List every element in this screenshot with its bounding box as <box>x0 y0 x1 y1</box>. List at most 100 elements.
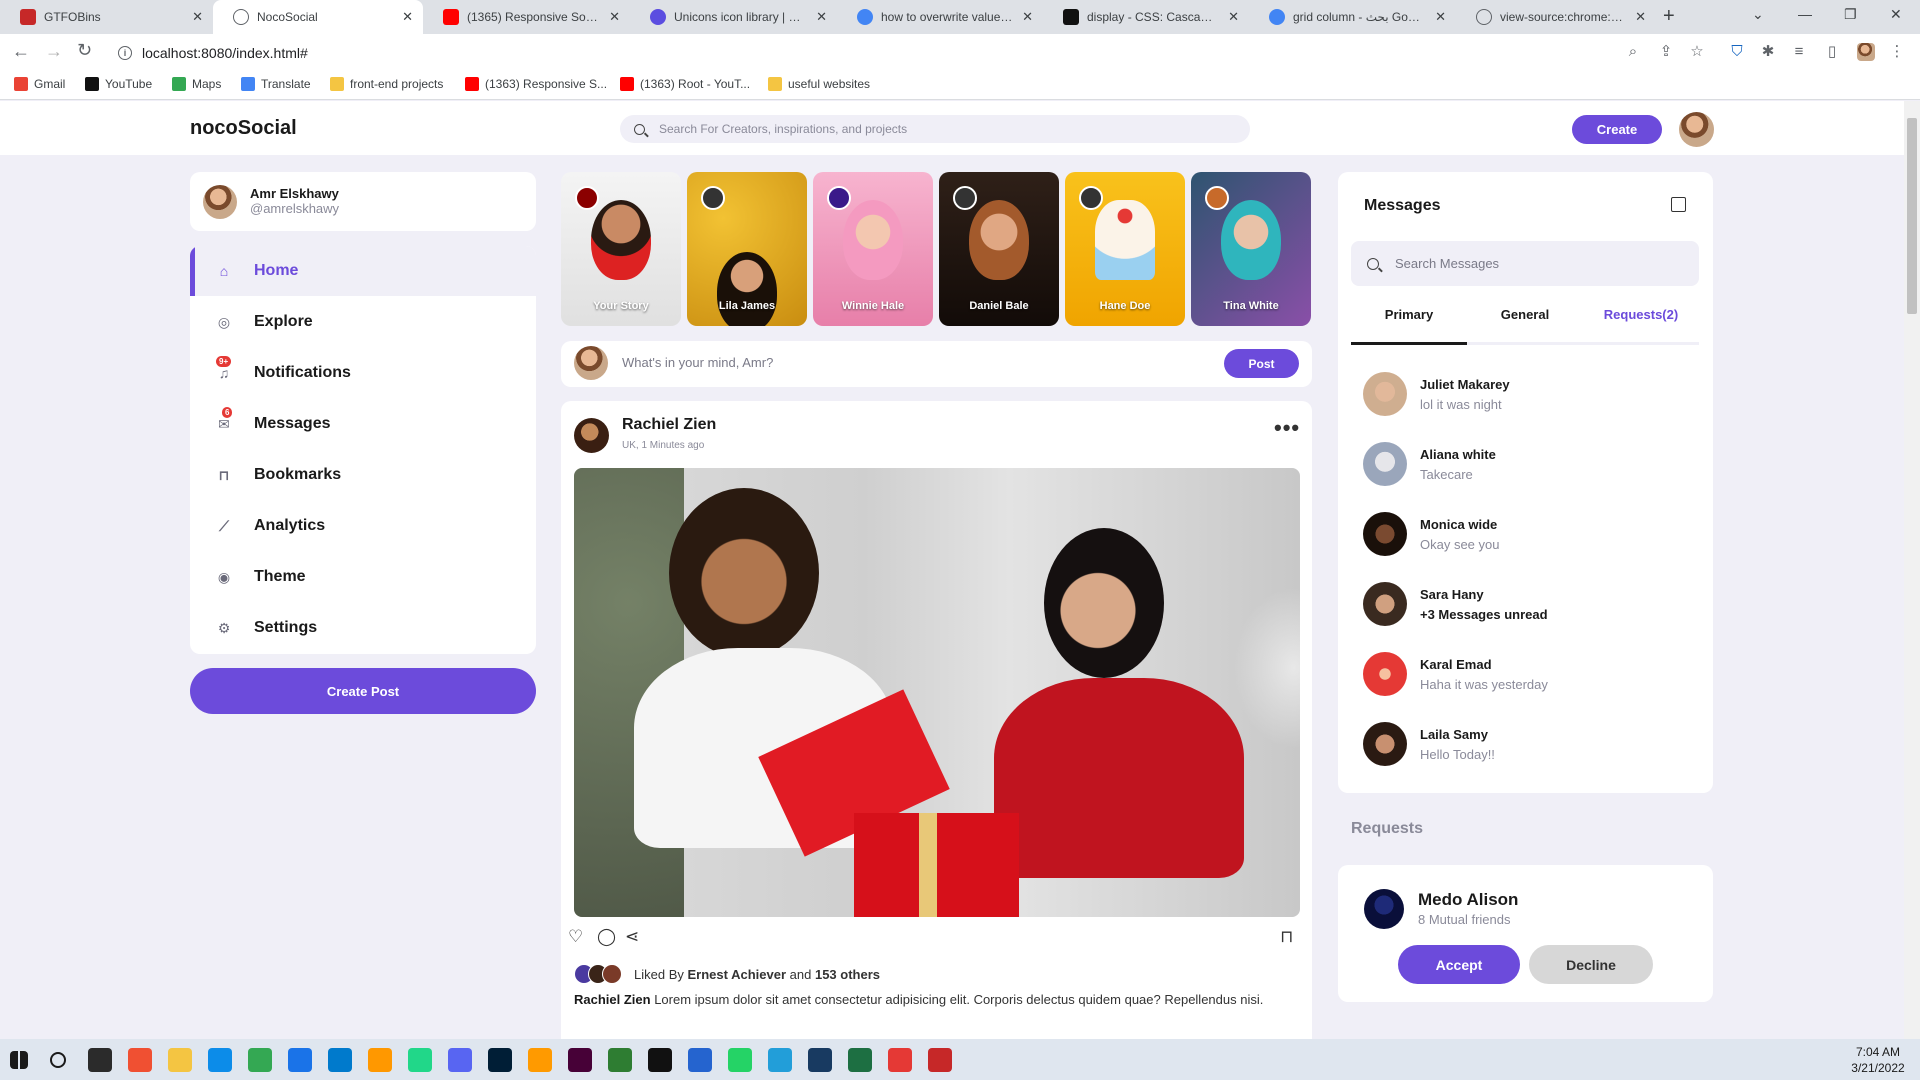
browser-tab[interactable]: display - CSS: Cascading St ✕ <box>1043 0 1249 34</box>
profile-avatar-icon[interactable] <box>1857 43 1875 61</box>
browser-tab[interactable]: view-source:chrome://new ✕ <box>1456 0 1656 34</box>
story-card[interactable]: Daniel Bale <box>939 172 1059 326</box>
message-item[interactable]: Sara Hany +3 Messages unread <box>1351 582 1691 638</box>
request-name[interactable]: Medo Alison <box>1418 890 1518 910</box>
windows-start-icon[interactable] <box>10 1051 28 1069</box>
extensions-puzzle-icon[interactable]: ✱ <box>1759 43 1777 61</box>
message-item[interactable]: Aliana white Takecare <box>1351 442 1691 498</box>
tab-primary[interactable]: Primary <box>1351 307 1467 322</box>
virtualbox-icon[interactable] <box>808 1048 832 1072</box>
share-icon[interactable]: ⋖ <box>625 927 639 947</box>
telegram-icon[interactable] <box>768 1048 792 1072</box>
notion-icon[interactable] <box>648 1048 672 1072</box>
like-heart-icon[interactable]: ♡ <box>568 927 583 947</box>
story-card[interactable]: Hane Doe <box>1065 172 1185 326</box>
chrome-icon[interactable] <box>248 1048 272 1072</box>
message-item[interactable]: Monica wide Okay see you <box>1351 512 1691 568</box>
bookmark-gmail[interactable]: Gmail <box>14 77 65 91</box>
liked-by-name[interactable]: Ernest Achiever <box>688 967 787 982</box>
zoom-icon[interactable]: ⌕ <box>1624 43 1642 61</box>
sidebar-item-notifications[interactable]: ♫ 9+ Notifications <box>190 348 536 398</box>
whatsapp-icon[interactable] <box>728 1048 752 1072</box>
app-grid-icon[interactable] <box>928 1048 952 1072</box>
browser-tab-active[interactable]: NocoSocial ✕ <box>213 0 423 34</box>
address-bar[interactable]: i localhost:8080/index.html# <box>104 38 1704 68</box>
story-card[interactable]: Lila James <box>687 172 807 326</box>
todo-icon[interactable] <box>688 1048 712 1072</box>
browser-tab[interactable]: how to overwrite value in c ✕ <box>837 0 1043 34</box>
extension-shield-icon[interactable]: ⛉ <box>1728 43 1746 61</box>
photoshop-icon[interactable] <box>488 1048 512 1072</box>
sidebar-item-explore[interactable]: ◎ Explore <box>190 297 536 347</box>
sidebar-item-messages[interactable]: ✉ 6 Messages <box>190 399 536 449</box>
create-button[interactable]: Create <box>1572 115 1662 144</box>
sidebar-item-analytics[interactable]: ⟋ Analytics <box>190 501 536 551</box>
caption-author[interactable]: Rachiel Zien <box>574 992 651 1007</box>
media-icon[interactable]: ≡ <box>1790 43 1808 61</box>
bookmark-root[interactable]: (1363) Root - YouT... <box>620 77 750 91</box>
message-item[interactable]: Karal Emad Haha it was yesterday <box>1351 652 1691 708</box>
restore-icon[interactable]: ❐ <box>1844 6 1857 23</box>
decline-button[interactable]: Decline <box>1529 945 1653 984</box>
pycharm-icon[interactable] <box>408 1048 432 1072</box>
profile-card[interactable] <box>190 172 536 231</box>
browser-tab[interactable]: GTFOBins ✕ <box>0 0 213 34</box>
tab-requests[interactable]: Requests(2) <box>1583 307 1699 322</box>
feed-photo[interactable] <box>574 468 1300 917</box>
tab-search-icon[interactable]: ⌄ <box>1752 6 1764 23</box>
terminal-icon[interactable] <box>88 1048 112 1072</box>
bookmark-youtube[interactable]: YouTube <box>85 77 152 91</box>
illustrator-icon[interactable] <box>528 1048 552 1072</box>
git-icon[interactable] <box>128 1048 152 1072</box>
liked-by-others[interactable]: 153 others <box>815 967 880 982</box>
story-card[interactable]: Winnie Hale <box>813 172 933 326</box>
browser-tab[interactable]: Unicons icon library | Line ✕ <box>630 0 837 34</box>
sidebar-item-bookmarks[interactable]: ⊓ Bookmarks <box>190 450 536 500</box>
close-window-icon[interactable]: ✕ <box>1890 6 1902 23</box>
forward-icon[interactable]: → <box>45 41 63 62</box>
close-tab-icon[interactable]: ✕ <box>192 9 203 25</box>
close-tab-icon[interactable]: ✕ <box>1228 9 1239 25</box>
browser-tab[interactable]: grid column - بحث Google ✕ <box>1249 0 1456 34</box>
more-options-icon[interactable]: ••• <box>1274 417 1300 439</box>
story-card[interactable]: Your Story <box>561 172 681 326</box>
tab-general[interactable]: General <box>1467 307 1583 322</box>
search-icon[interactable] <box>50 1052 66 1068</box>
search-bar[interactable]: Search For Creators, inspirations, and p… <box>620 115 1250 143</box>
sublime-icon[interactable] <box>368 1048 392 1072</box>
back-icon[interactable]: ← <box>12 41 30 62</box>
file-explorer-icon[interactable] <box>168 1048 192 1072</box>
share-icon[interactable]: ⇪ <box>1657 43 1675 61</box>
feed-author-name[interactable]: Rachiel Zien <box>622 416 716 434</box>
bookmark-maps[interactable]: Maps <box>172 77 221 91</box>
bookmark-icon[interactable]: ⊓ <box>1280 927 1293 947</box>
message-item[interactable]: Juliet Makarey lol it was night <box>1351 372 1691 428</box>
close-tab-icon[interactable]: ✕ <box>609 9 620 25</box>
app-red-icon[interactable] <box>888 1048 912 1072</box>
bookmark-useful-websites[interactable]: useful websites <box>768 77 870 91</box>
vscode-icon[interactable] <box>328 1048 352 1072</box>
messages-search[interactable]: Search Messages <box>1351 241 1699 286</box>
side-panel-icon[interactable]: ▯ <box>1823 43 1841 61</box>
sidebar-item-theme[interactable]: ◉ Theme <box>190 552 536 602</box>
close-tab-icon[interactable]: ✕ <box>1435 9 1446 25</box>
close-tab-icon[interactable]: ✕ <box>402 9 413 25</box>
accept-button[interactable]: Accept <box>1398 945 1520 984</box>
edit-icon[interactable] <box>1671 197 1686 212</box>
feed-author-avatar[interactable] <box>574 418 609 453</box>
scrollbar-thumb[interactable] <box>1907 118 1917 314</box>
browser-tab[interactable]: (1365) Responsive Social M ✕ <box>423 0 630 34</box>
app-green-icon[interactable] <box>608 1048 632 1072</box>
app-logo[interactable]: nocoSocial <box>190 117 297 140</box>
composer-input[interactable]: What's in your mind, Amr? <box>622 355 773 370</box>
close-tab-icon[interactable]: ✕ <box>816 9 827 25</box>
new-tab-icon[interactable]: + <box>1663 5 1675 28</box>
bookmark-translate[interactable]: Translate <box>241 77 311 91</box>
xd-icon[interactable] <box>568 1048 592 1072</box>
minimize-icon[interactable]: — <box>1798 6 1812 22</box>
user-avatar[interactable] <box>1679 112 1714 147</box>
post-button[interactable]: Post <box>1224 349 1299 378</box>
bookmark-front-end-projects[interactable]: front-end projects <box>330 77 443 91</box>
sidebar-item-home[interactable]: ⌂ Home <box>190 246 536 296</box>
firefox-icon[interactable] <box>288 1048 312 1072</box>
